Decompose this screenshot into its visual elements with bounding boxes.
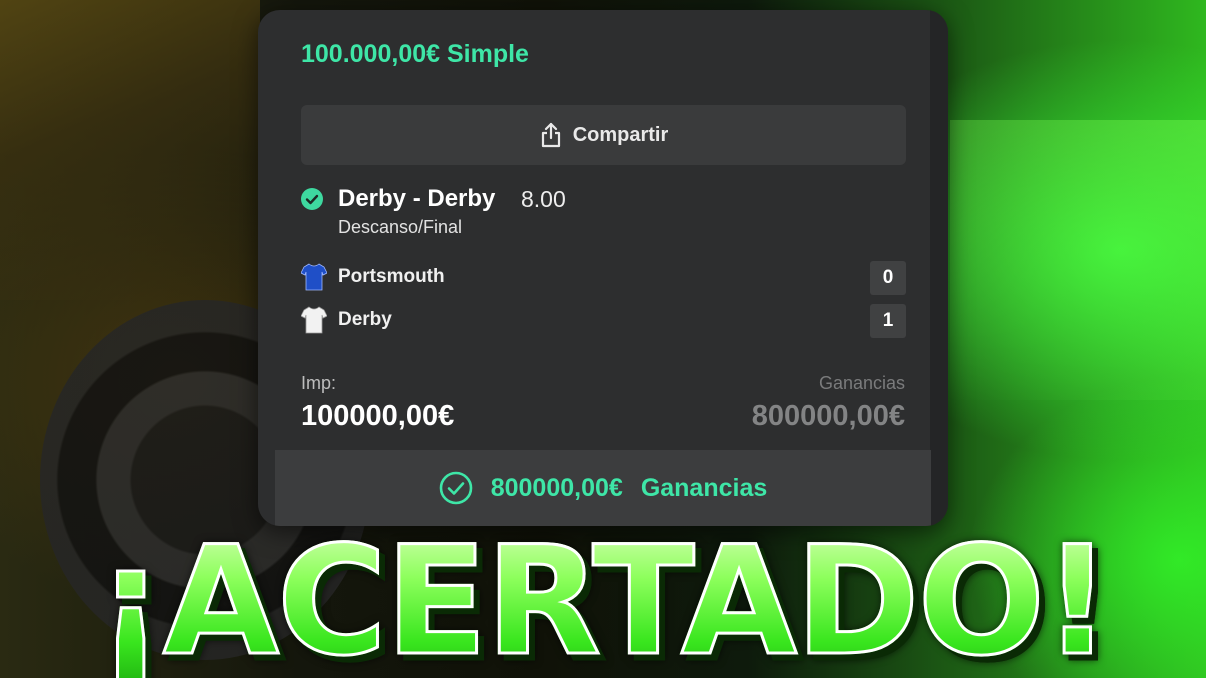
score-home: 0 — [870, 261, 906, 295]
footer-label: Ganancias — [640, 473, 768, 502]
winnings-label: Ganancias — [818, 373, 905, 393]
share-label: Compartir — [572, 123, 669, 146]
background-car-body — [0, 0, 260, 300]
jersey-icon — [301, 263, 327, 291]
team-row-away: Derby 1 — [301, 304, 906, 338]
selection-market: Descanso/Final — [338, 217, 463, 237]
share-icon — [541, 122, 560, 148]
card-scroll-edge — [930, 10, 948, 526]
footer-amount: 800000,00€ — [490, 473, 623, 502]
team-name-away: Derby — [338, 309, 392, 330]
stake-label: Imp: — [301, 373, 337, 393]
share-button[interactable]: Compartir — [301, 105, 906, 165]
promo-stage: 100.000,00€ Simple Compartir Derby - Der… — [0, 0, 1206, 678]
bet-slip-card: 100.000,00€ Simple Compartir Derby - Der… — [258, 10, 948, 526]
team-row-home: Portsmouth 0 — [301, 261, 906, 295]
headline-text: ¡ACERTADO! — [0, 521, 1206, 678]
bet-title: 100.000,00€ Simple — [301, 40, 529, 68]
team-name-home: Portsmouth — [338, 266, 445, 287]
winnings-value: 800000,00€ — [751, 400, 905, 432]
check-circle-icon — [301, 188, 323, 210]
jersey-icon — [301, 306, 327, 334]
selection-name: Derby - Derby — [338, 185, 496, 212]
selection-odds: 8.00 — [521, 186, 566, 212]
score-away: 1 — [870, 304, 906, 338]
background-car-front — [950, 120, 1206, 400]
stake-value: 100000,00€ — [301, 400, 455, 432]
check-circle-outline-icon — [439, 471, 473, 505]
